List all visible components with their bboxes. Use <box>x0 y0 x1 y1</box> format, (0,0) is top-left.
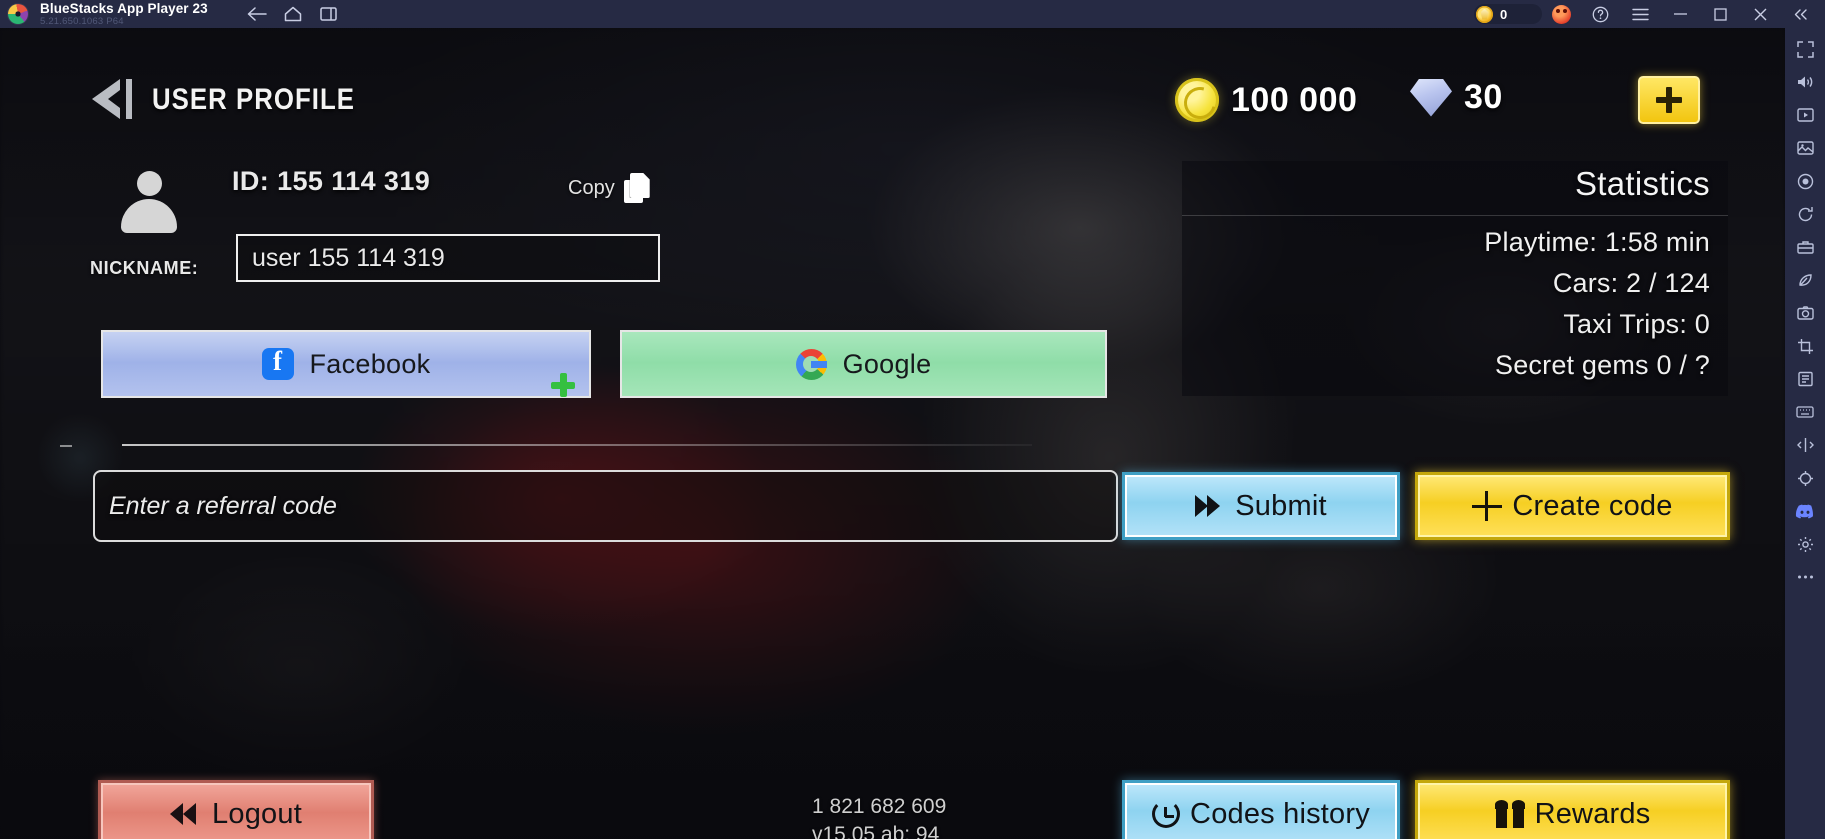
nickname-value: user 155 114 319 <box>252 243 445 272</box>
user-id-label: ID: 155 114 319 <box>232 166 431 196</box>
fullscreen-icon[interactable] <box>1790 36 1820 62</box>
statistics-row-taxi-trips: Taxi Trips: 0 <box>1563 309 1710 339</box>
bluestacks-coin-count: 0 <box>1500 6 1508 22</box>
gem-amount: 30 <box>1464 78 1503 116</box>
multi-instance-icon[interactable] <box>316 3 342 25</box>
google-icon <box>795 348 827 380</box>
copy-sheet-front <box>629 173 650 198</box>
referral-code-placeholder: Enter a referral code <box>109 491 337 520</box>
rotate-icon[interactable] <box>1790 201 1820 227</box>
help-button[interactable] <box>1581 0 1619 28</box>
coin-balance: 100 000 <box>1175 78 1357 122</box>
media-manager-icon[interactable] <box>1790 102 1820 128</box>
logout-label: Logout <box>212 797 302 830</box>
section-divider <box>122 444 1032 446</box>
app-title-block: BlueStacks App Player 23 5.21.650.1063 P… <box>40 0 208 27</box>
cursor-plus-icon <box>551 373 575 397</box>
home-icon[interactable] <box>280 3 306 25</box>
avatar-head <box>137 171 162 196</box>
avatar-body <box>121 199 177 233</box>
screenshot-icon[interactable] <box>1790 300 1820 326</box>
double-chevron-left-icon <box>170 801 202 827</box>
titlebar-right-group: 0 <box>1474 0 1819 28</box>
build-version: v15.05 ab: 94 <box>812 823 940 839</box>
divider-dash <box>60 445 72 447</box>
statistics-list: Playtime: 1:58 min Cars: 2 / 124 Taxi Tr… <box>1484 227 1710 391</box>
bluestacks-titlebar: BlueStacks App Player 23 5.21.650.1063 P… <box>0 0 1825 28</box>
add-currency-button[interactable] <box>1638 76 1700 124</box>
screen-root: BlueStacks App Player 23 5.21.650.1063 P… <box>0 0 1825 839</box>
bluestacks-logo-icon <box>8 4 28 24</box>
game-viewport: USER PROFILE 100 000 30 ID: 155 114 319 … <box>0 28 1785 839</box>
rewards-button[interactable]: Rewards <box>1415 780 1730 839</box>
plus-icon <box>1656 87 1682 113</box>
statistics-row-playtime: Playtime: 1:58 min <box>1484 227 1710 257</box>
plus-icon <box>1472 491 1503 521</box>
submit-label: Submit <box>1235 489 1327 522</box>
volume-icon[interactable] <box>1790 69 1820 95</box>
copy-id-button[interactable]: Copy <box>568 173 650 203</box>
gallery-icon[interactable] <box>1790 135 1820 161</box>
more-icon[interactable] <box>1790 564 1820 590</box>
page-title: USER PROFILE <box>152 83 356 116</box>
minimize-button[interactable] <box>1661 0 1699 28</box>
shake-icon[interactable] <box>1790 432 1820 458</box>
rewards-label: Rewards <box>1534 797 1651 830</box>
statistics-row-secret-gems: Secret gems 0 / ? <box>1495 350 1710 380</box>
gem-balance: 30 <box>1410 78 1503 117</box>
facebook-icon <box>261 346 294 380</box>
statistics-row-cars: Cars: 2 / 124 <box>1552 268 1710 298</box>
statistics-title: Statistics <box>1574 165 1710 202</box>
keymapping-icon[interactable] <box>1790 399 1820 425</box>
statistics-divider <box>1182 215 1728 216</box>
settings-icon[interactable] <box>1790 531 1820 557</box>
create-code-label: Create code <box>1512 489 1673 522</box>
close-button[interactable] <box>1741 0 1779 28</box>
default-avatar-icon[interactable] <box>118 171 180 233</box>
collapse-sidebar-button[interactable] <box>1781 0 1819 28</box>
gem-icon <box>1410 78 1452 117</box>
app-title: BlueStacks App Player 23 <box>40 0 208 16</box>
location-icon[interactable] <box>1790 465 1820 491</box>
google-label: Google <box>842 348 932 379</box>
titlebar-nav-group <box>244 3 342 25</box>
nickname-input[interactable]: user 155 114 319 <box>236 234 660 282</box>
macro-record-icon[interactable] <box>1790 168 1820 194</box>
build-info: 1 821 682 609 v15.05 ab: 94 <box>812 793 946 839</box>
script-icon[interactable] <box>1790 366 1820 392</box>
referral-code-input[interactable]: Enter a referral code <box>93 470 1118 542</box>
copy-pages-icon <box>623 173 650 203</box>
copy-label: Copy <box>568 176 615 199</box>
google-login-button[interactable]: Google <box>620 330 1107 398</box>
bluestacks-coin-pill[interactable]: 0 <box>1474 4 1542 24</box>
toolbox-icon[interactable] <box>1790 234 1820 260</box>
nickname-label: NICKNAME: <box>90 258 199 278</box>
build-number: 1 821 682 609 <box>812 795 947 818</box>
bluestacks-sidebar <box>1785 28 1825 839</box>
back-icon[interactable] <box>244 3 270 25</box>
codes-history-button[interactable]: Codes history <box>1122 780 1400 839</box>
eco-mode-icon[interactable] <box>1790 267 1820 293</box>
coin-amount: 100 000 <box>1231 80 1358 119</box>
bluestacks-coin-icon <box>1476 5 1493 23</box>
double-chevron-right-icon <box>1195 493 1225 519</box>
app-version: 5.21.650.1063 P64 <box>40 16 124 27</box>
crop-icon[interactable] <box>1790 333 1820 359</box>
maximize-button[interactable] <box>1701 0 1739 28</box>
create-code-button[interactable]: Create code <box>1415 472 1730 540</box>
back-chevron-icon[interactable] <box>86 76 140 122</box>
statistics-panel: Statistics Playtime: 1:58 min Cars: 2 / … <box>1182 161 1728 396</box>
facebook-label: Facebook <box>309 348 431 379</box>
piggy-bank-icon[interactable] <box>1552 4 1571 24</box>
gift-icon <box>1494 800 1525 828</box>
logout-button[interactable]: Logout <box>98 780 374 839</box>
coin-icon <box>1175 78 1219 122</box>
menu-button[interactable] <box>1621 0 1659 28</box>
profile-screen: USER PROFILE 100 000 30 ID: 155 114 319 … <box>0 28 1785 839</box>
clock-history-icon <box>1152 800 1181 828</box>
facebook-login-button[interactable]: Facebook <box>101 330 591 398</box>
codes-history-label: Codes history <box>1190 797 1370 830</box>
discord-icon[interactable] <box>1790 498 1820 524</box>
submit-button[interactable]: Submit <box>1122 472 1400 540</box>
